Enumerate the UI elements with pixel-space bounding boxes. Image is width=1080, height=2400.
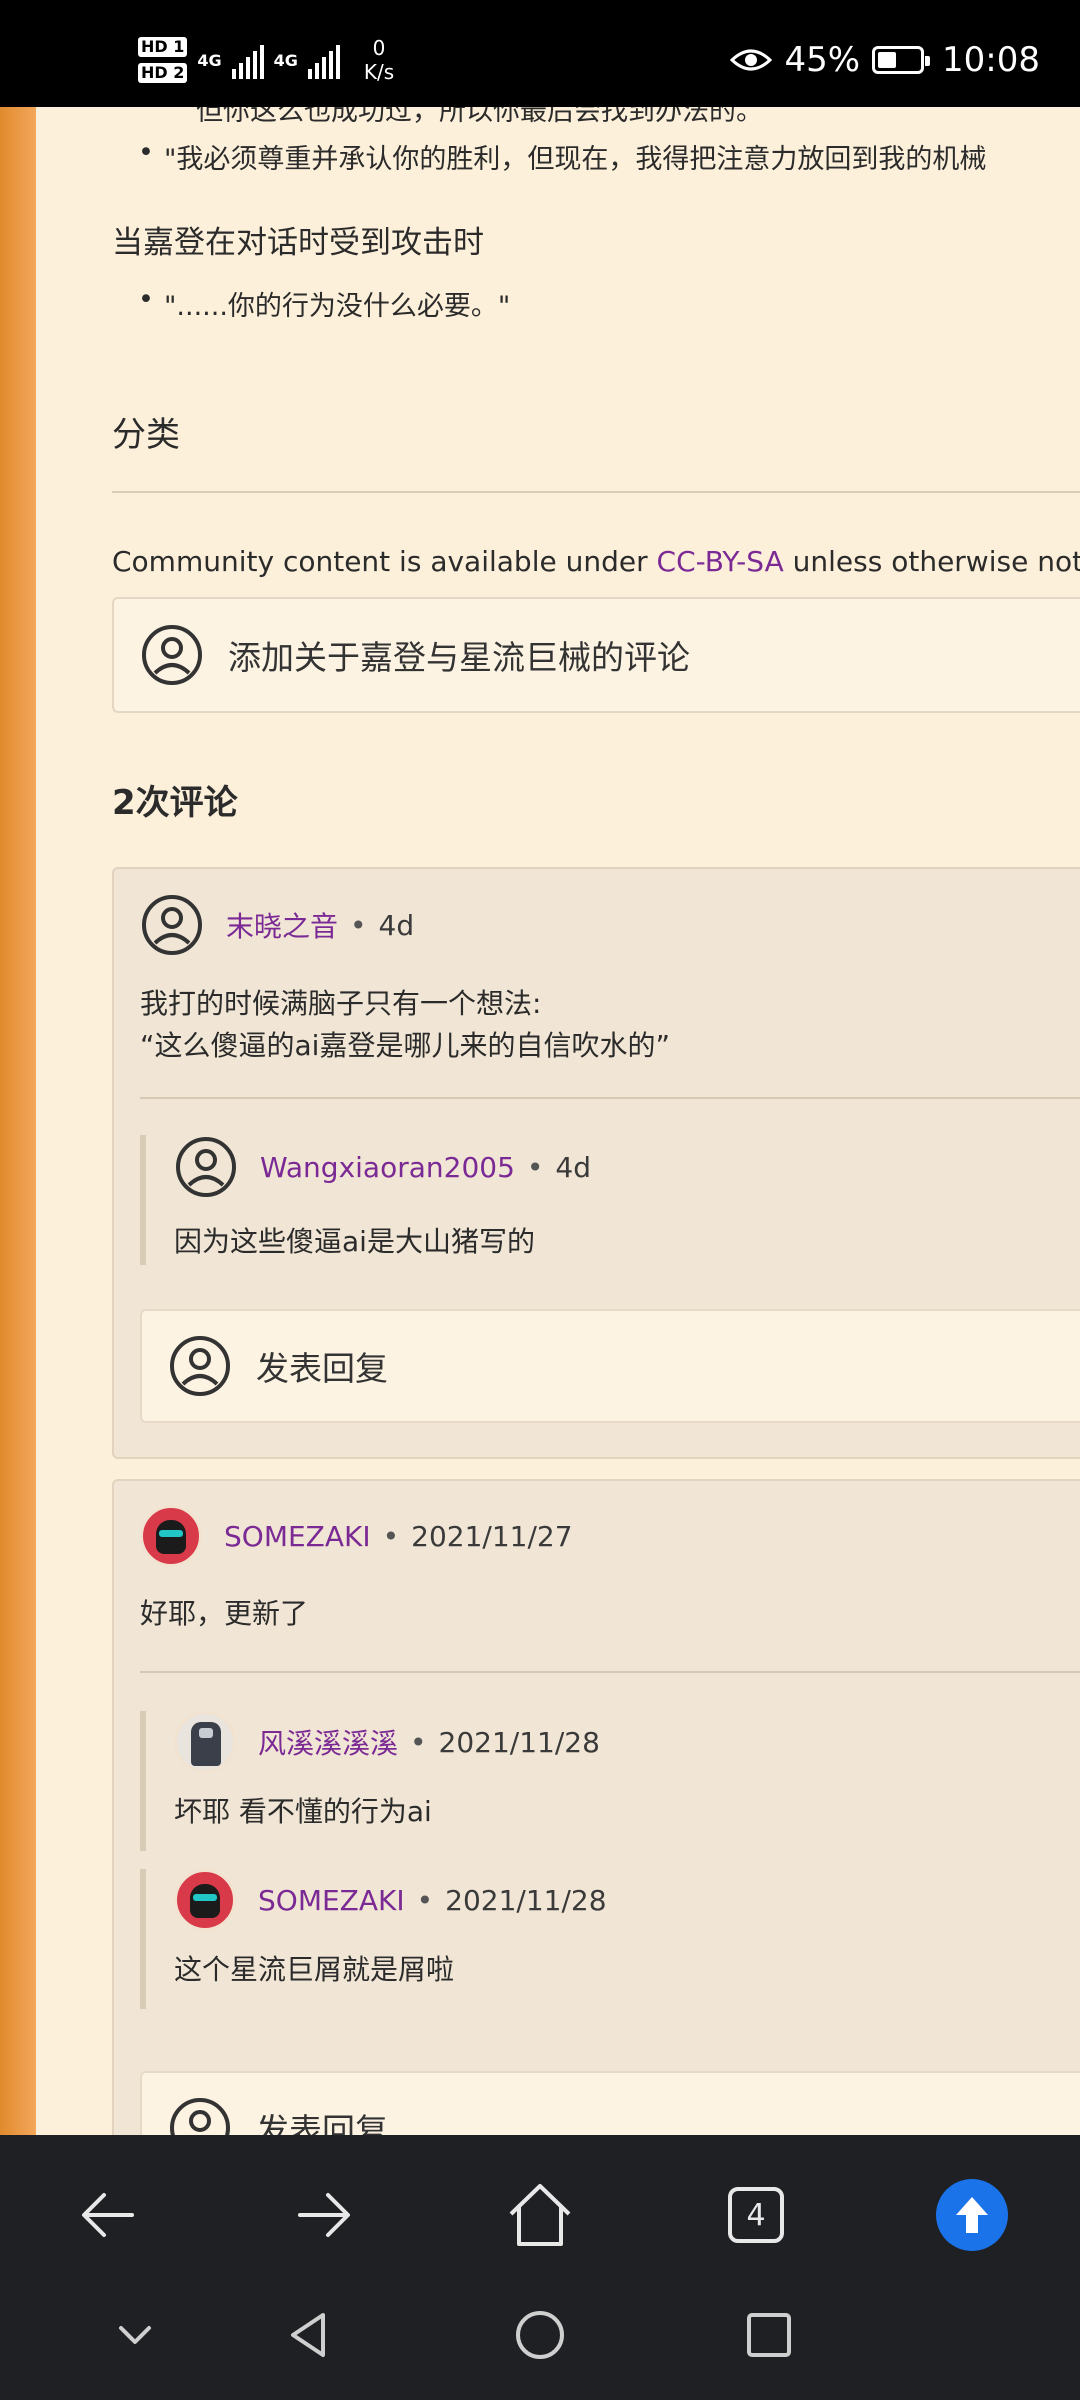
reply-time: 4d bbox=[555, 1150, 591, 1184]
reply-input[interactable]: 发表回复 bbox=[140, 2071, 1080, 2135]
forward-button[interactable] bbox=[284, 2175, 364, 2255]
separator-dot: • bbox=[526, 1150, 544, 1184]
user-avatar-icon bbox=[170, 1336, 230, 1396]
page-side-rail bbox=[0, 107, 36, 2135]
categories-heading: 分类 bbox=[112, 415, 180, 455]
license-text-suffix: unless otherwise noted. bbox=[792, 545, 1080, 578]
add-comment-prompt: 添加关于嘉登与星流巨械的评论 bbox=[228, 638, 690, 677]
separator-dot: • bbox=[416, 1883, 434, 1917]
home-icon bbox=[509, 2184, 571, 2246]
user-avatar-icon bbox=[142, 895, 202, 955]
divider bbox=[112, 491, 1080, 493]
reply-time: 2021/11/28 bbox=[438, 1725, 600, 1759]
section-heading: 当嘉登在对话时受到攻击时 bbox=[112, 225, 484, 261]
reply: Wangxiaoran2005 • 4d 因为这些傻逼ai是大山猪写的 bbox=[140, 1135, 1080, 1265]
comment-meta: 末晓之音 • 4d bbox=[140, 893, 414, 957]
network-speed: 0 K/s bbox=[364, 36, 394, 84]
avatar[interactable] bbox=[140, 1505, 202, 1567]
hd-badge-2: HD 2 bbox=[138, 63, 188, 83]
reply-meta: SOMEZAKI • 2021/11/28 bbox=[174, 1869, 607, 1931]
comment-line: “这么傻逼的ai嘉登是哪儿来的自信吹水的” bbox=[140, 1029, 670, 1062]
article-content: 但你这么也成功过，所以你最后会找到办法的。 "我必须尊重并承认你的胜利，但现在，… bbox=[36, 107, 1080, 2135]
system-back-button[interactable] bbox=[274, 2300, 344, 2370]
comment-author[interactable]: 末晓之音 bbox=[226, 905, 338, 945]
network-speed-unit: K/s bbox=[363, 60, 395, 84]
collapse-button[interactable] bbox=[100, 2300, 170, 2370]
comment-author[interactable]: SOMEZAKI bbox=[224, 1520, 371, 1553]
square-recents-icon bbox=[747, 2313, 791, 2357]
network-type-1: 4G bbox=[197, 50, 222, 70]
add-comment-box[interactable]: 添加关于嘉登与星流巨械的评论 bbox=[112, 597, 1080, 713]
cut-off-quote: 但你这么也成功过，所以你最后会找到办法的。 bbox=[196, 107, 763, 127]
reply-prompt: 发表回复 bbox=[256, 1349, 388, 1388]
scroll-to-top-icon bbox=[936, 2179, 1008, 2251]
user-avatar-icon bbox=[142, 625, 202, 685]
back-arrow-icon bbox=[82, 2193, 134, 2237]
reply-author[interactable]: 风溪溪溪溪 bbox=[258, 1722, 398, 1762]
forward-arrow-icon bbox=[298, 2193, 350, 2237]
avatar[interactable] bbox=[174, 1711, 236, 1773]
signal-icon-1 bbox=[231, 41, 264, 79]
separator-dot: • bbox=[350, 908, 367, 942]
reply-input[interactable]: 发表回复 bbox=[140, 1309, 1080, 1423]
triangle-back-icon bbox=[291, 2313, 325, 2357]
signal-icon-2 bbox=[307, 41, 340, 79]
network-indicators: HD 1 HD 2 4G 4G 0 K/s bbox=[138, 30, 394, 90]
eye-comfort-icon bbox=[730, 46, 773, 74]
reply: 风溪溪溪溪 • 2021/11/28 坏耶 看不懂的行为ai bbox=[140, 1711, 1080, 1851]
reply: SOMEZAKI • 2021/11/28 这个星流巨屑就是屑啦 bbox=[140, 1869, 1080, 2009]
user-avatar-icon bbox=[170, 2098, 230, 2135]
comment-time: 2021/11/27 bbox=[411, 1519, 573, 1553]
status-bar: HD 1 HD 2 4G 4G 0 K/s 45% 10:08 bbox=[0, 0, 1080, 107]
divider bbox=[140, 1671, 1080, 1673]
comment-time: 4d bbox=[378, 908, 415, 942]
reply-author[interactable]: SOMEZAKI bbox=[258, 1884, 405, 1917]
tabs-button[interactable]: 4 bbox=[716, 2175, 796, 2255]
circle-home-icon bbox=[516, 2311, 564, 2359]
license-notice: Community content is available under CC-… bbox=[112, 545, 1080, 578]
back-button[interactable] bbox=[68, 2175, 148, 2255]
user-avatar-icon bbox=[176, 1137, 236, 1197]
comment-thread: 末晓之音 • 4d 我打的时候满脑子只有一个想法: “这么傻逼的ai嘉登是哪儿来… bbox=[112, 867, 1080, 1459]
chevron-down-icon bbox=[119, 2326, 151, 2344]
comment-count: 2次评论 bbox=[112, 783, 238, 823]
comment-line: 好耶，更新了 bbox=[140, 1597, 309, 1630]
comment-body: 我打的时候满脑子只有一个想法: “这么傻逼的ai嘉登是哪儿来的自信吹水的” bbox=[140, 983, 670, 1067]
reply-body: 坏耶 看不懂的行为ai bbox=[174, 1795, 432, 1828]
separator-dot: • bbox=[410, 1725, 427, 1759]
reply-body: 因为这些傻逼ai是大山猪写的 bbox=[174, 1225, 535, 1258]
reply-meta: 风溪溪溪溪 • 2021/11/28 bbox=[174, 1711, 600, 1773]
reply-meta: Wangxiaoran2005 • 4d bbox=[174, 1135, 591, 1199]
home-button[interactable] bbox=[500, 2175, 580, 2255]
avatar[interactable] bbox=[174, 1869, 236, 1931]
battery-icon bbox=[872, 46, 931, 74]
quote-item: "我必须尊重并承认你的胜利，但现在，我得把注意力放回到我的机械 bbox=[138, 137, 986, 176]
reply-body: 这个星流巨屑就是屑啦 bbox=[174, 1953, 455, 1986]
reply-time: 2021/11/28 bbox=[445, 1883, 607, 1917]
network-type-2: 4G bbox=[273, 50, 298, 70]
quote-item: "......你的行为没什么必要。" bbox=[138, 284, 510, 323]
scroll-top-button[interactable] bbox=[932, 2175, 1012, 2255]
divider bbox=[140, 1097, 1080, 1099]
system-home-button[interactable] bbox=[505, 2300, 575, 2370]
comment-line: 我打的时候满脑子只有一个想法: bbox=[140, 987, 542, 1020]
reply-prompt: 发表回复 bbox=[256, 2111, 388, 2135]
separator-dot: • bbox=[382, 1519, 400, 1553]
reply-author[interactable]: Wangxiaoran2005 bbox=[260, 1151, 515, 1184]
system-recents-button[interactable] bbox=[734, 2300, 804, 2370]
battery-percent: 45% bbox=[784, 40, 861, 80]
hd-badge-1: HD 1 bbox=[138, 37, 188, 57]
license-link[interactable]: CC-BY-SA bbox=[657, 545, 784, 578]
clock: 10:08 bbox=[942, 40, 1040, 80]
comment-body: 好耶，更新了 bbox=[140, 1593, 308, 1635]
tabs-icon: 4 bbox=[728, 2187, 784, 2243]
comment-meta: SOMEZAKI • 2021/11/27 bbox=[140, 1505, 573, 1567]
network-speed-value: 0 bbox=[372, 36, 386, 60]
comment-thread: SOMEZAKI • 2021/11/27 好耶，更新了 风溪溪溪溪 • 202… bbox=[112, 1479, 1080, 2135]
tab-count: 4 bbox=[746, 2197, 766, 2233]
license-text: Community content is available under bbox=[112, 545, 657, 578]
status-right: 45% 10:08 bbox=[730, 40, 1040, 80]
